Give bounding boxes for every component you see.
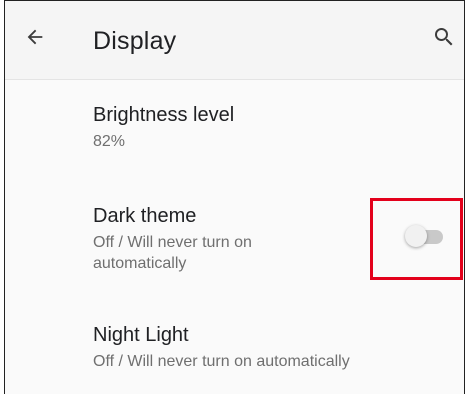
setting-title: Brightness level: [93, 104, 235, 126]
setting-title: Dark theme: [93, 205, 197, 227]
back-button[interactable]: [21, 23, 49, 51]
page-title: Display: [93, 27, 177, 55]
dark-theme-toggle[interactable]: [405, 224, 445, 248]
setting-dark-theme[interactable]: Dark theme Off / Will never turn on auto…: [93, 204, 323, 274]
search-button[interactable]: [430, 23, 458, 51]
app-bar: Display: [5, 1, 464, 80]
arrow-back-icon: [27, 29, 43, 45]
setting-night-light[interactable]: Night Light Off / Will never turn on aut…: [93, 323, 350, 372]
screen-frame: Display Brightness level 82% Dark theme …: [4, 0, 465, 394]
setting-subtitle: 82%: [93, 133, 126, 150]
setting-subtitle: Off / Will never turn on automatically: [93, 234, 252, 272]
toggle-thumb: [405, 225, 427, 247]
setting-brightness-level[interactable]: Brightness level 82%: [93, 103, 234, 152]
setting-subtitle: Off / Will never turn on automatically: [93, 353, 350, 370]
setting-title: Night Light: [93, 324, 189, 346]
search-icon: [435, 28, 453, 46]
